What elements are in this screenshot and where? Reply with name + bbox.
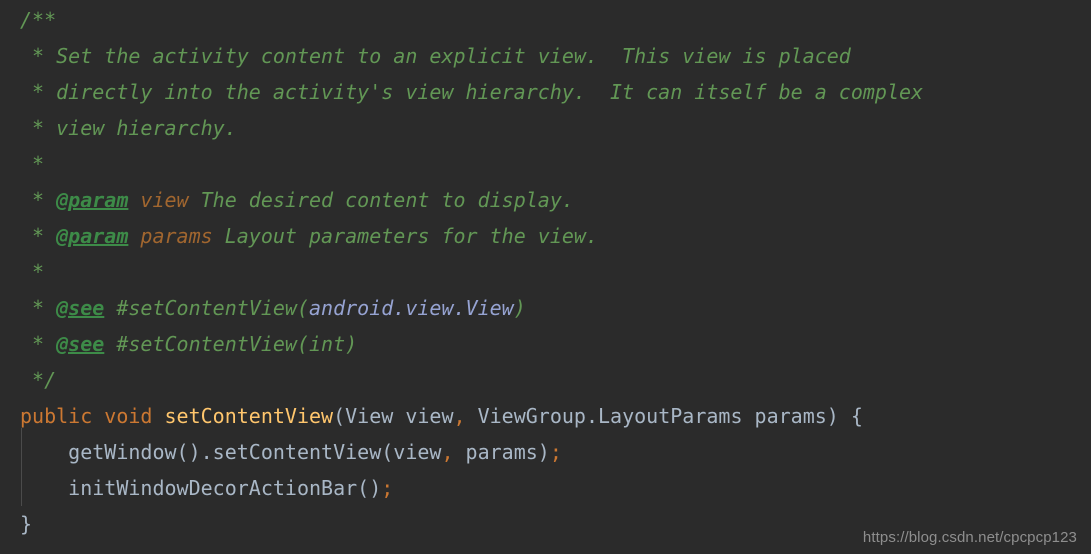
code-token-paramname: view [140, 188, 189, 212]
code-token-comment: * [20, 296, 57, 320]
code-token-comment: */ [20, 368, 57, 392]
code-token-paramname: params [140, 224, 213, 248]
code-token-comment: * view hierarchy. [20, 116, 237, 140]
code-token-comment: * Set the activity content to an explici… [20, 44, 851, 68]
code-token-plain: ViewGroup.LayoutParams params) { [465, 404, 863, 428]
code-line[interactable]: * directly into the activity's view hier… [20, 74, 923, 110]
code-token-tag: @see [56, 332, 105, 356]
code-token-comment: * [20, 152, 45, 176]
code-token-comment: The desired content to display. [188, 188, 574, 212]
code-token-comment [128, 188, 140, 212]
code-line[interactable]: public void setContentView(View view, Vi… [20, 398, 923, 434]
code-line[interactable]: * @param view The desired content to dis… [20, 182, 923, 218]
code-line[interactable]: initWindowDecorActionBar(); [20, 470, 923, 506]
code-token-keyword: void [104, 404, 153, 428]
code-line[interactable]: /** [20, 2, 923, 38]
code-token-method: setContentView [164, 404, 334, 428]
code-editor-surface: /** * Set the activity content to an exp… [0, 0, 1091, 554]
code-token-keyword: public [20, 404, 93, 428]
code-line[interactable]: * [20, 146, 923, 182]
code-token-tag: @see [56, 296, 105, 320]
code-line[interactable]: * @see #setContentView(int) [20, 326, 923, 362]
code-token-plain: initWindowDecorActionBar() [20, 476, 382, 500]
code-token-comment: * [20, 260, 45, 284]
code-line[interactable]: } [20, 506, 923, 542]
code-line[interactable]: * @see #setContentView(android.view.View… [20, 290, 923, 326]
code-line[interactable]: getWindow().setContentView(view, params)… [20, 434, 923, 470]
code-token-comment: ) [513, 296, 526, 320]
code-line[interactable]: * [20, 254, 923, 290]
code-token-comment: * directly into the activity's view hier… [20, 80, 924, 104]
code-token-punct: ; [381, 476, 394, 500]
code-token-tag: @param [56, 224, 129, 248]
code-token-comment: * [20, 332, 57, 356]
code-token-link: android.view.View [309, 296, 514, 320]
code-token-tag: @param [56, 188, 129, 212]
code-token-comment: #setContentView(int) [104, 332, 358, 356]
code-token-punct: ; [549, 440, 562, 464]
watermark-url: https://blog.csdn.net/cpcpcp123 [862, 529, 1077, 546]
code-token-plain: (View view [333, 404, 454, 428]
code-token-comment: #setContentView( [104, 296, 309, 320]
code-token-plain: } [20, 512, 33, 536]
code-token-comment [128, 224, 140, 248]
code-token-punct: , [441, 440, 454, 464]
code-line[interactable]: */ [20, 362, 923, 398]
code-line[interactable]: * @param params Layout parameters for th… [20, 218, 923, 254]
code-line[interactable]: * Set the activity content to an explici… [20, 38, 923, 74]
code-token-comment: Layout parameters for the view. [212, 224, 598, 248]
code-token-comment: * [20, 224, 57, 248]
code-token-plain: params) [453, 440, 550, 464]
code-token-comment: * [20, 188, 57, 212]
code-token-plain: getWindow().setContentView(view [20, 440, 442, 464]
code-content[interactable]: /** * Set the activity content to an exp… [20, 2, 923, 542]
code-token-punct: , [453, 404, 466, 428]
code-line[interactable]: * view hierarchy. [20, 110, 923, 146]
code-token-comment: /** [20, 8, 57, 32]
